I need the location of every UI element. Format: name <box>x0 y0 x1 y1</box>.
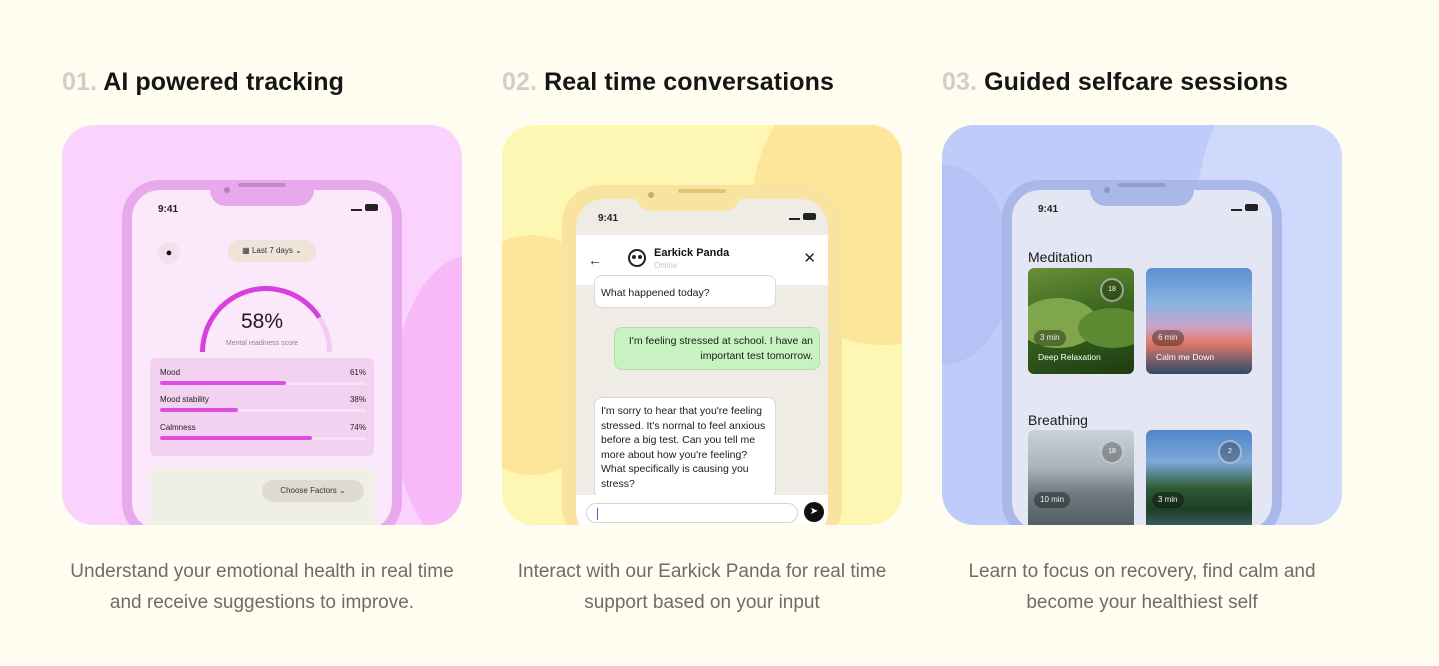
metric-bar <box>160 408 239 412</box>
feature-heading: 01. AI powered tracking <box>62 68 344 97</box>
feature-conversations: 02. Real time conversations 9:41 ← Earki… <box>502 0 902 666</box>
chevron-down-icon: ⌄ <box>339 486 346 495</box>
metric-label: Mood <box>160 368 181 377</box>
feature-heading: 02. Real time conversations <box>502 68 834 97</box>
bot-name: Earkick Panda <box>654 247 730 259</box>
bot-status: Online <box>654 261 678 270</box>
phone-screen: 9:41 ← Earkick Panda Online ✕ What happe… <box>576 199 828 525</box>
metric-value: 74% <box>349 423 366 432</box>
metric-bar <box>160 436 313 440</box>
camera-dot <box>1104 187 1110 193</box>
tile-duration: 10 min <box>1034 492 1071 508</box>
tile-duration: 3 min <box>1152 492 1184 508</box>
phone-speaker <box>1118 183 1166 187</box>
panda-icon <box>628 249 646 267</box>
battery-icon <box>365 204 378 211</box>
card-blob <box>392 255 462 525</box>
status-icons <box>1231 204 1258 213</box>
phone-mockup: 9:41 ● ▦ Last 7 days ⌄ 58% Mental readin… <box>122 180 402 525</box>
tile-badge: 2 <box>1218 440 1242 464</box>
date-range-label: Last 7 days <box>251 246 293 255</box>
feature-description: Understand your emotional health in real… <box>70 561 454 613</box>
tile-badge: 18 <box>1100 440 1124 464</box>
feature-title: Guided selfcare sessions <box>984 68 1289 96</box>
signal-icon <box>351 204 362 211</box>
feature-title: AI powered tracking <box>103 68 345 96</box>
chat-bubble-bot: I'm sorry to hear that you're feeling st… <box>594 397 776 499</box>
feature-ai-tracking: 01. AI powered tracking 9:41 ● ▦ Last 7 … <box>62 0 462 666</box>
feature-description: Interact with our Earkick Panda for real… <box>517 561 887 613</box>
phone-mockup: 9:41 ← Earkick Panda Online ✕ What happe… <box>562 185 842 525</box>
status-time: 9:41 <box>1038 204 1059 215</box>
feature-card-tracking: 9:41 ● ▦ Last 7 days ⌄ 58% Mental readin… <box>62 125 462 525</box>
calendar-icon: ▦ <box>242 246 250 255</box>
feature-heading: 03. Guided selfcare sessions <box>942 68 1288 97</box>
send-icon[interactable]: ➤ <box>804 502 824 522</box>
battery-icon <box>803 213 816 220</box>
feature-number: 02. <box>502 68 538 96</box>
choose-factors-button[interactable]: Choose Factors ⌄ <box>262 480 364 502</box>
status-icons <box>789 213 816 222</box>
phone-screen: 9:41 Meditation 18 3 min Deep Relaxation… <box>1012 190 1272 525</box>
session-tile[interactable]: 18 3 min Deep Relaxation <box>1028 268 1134 374</box>
phone-mockup: 9:41 Meditation 18 3 min Deep Relaxation… <box>1002 180 1282 525</box>
metric-row: Mood 61% <box>160 368 366 385</box>
choose-factors-label: Choose Factors <box>280 486 337 495</box>
tile-name: Calm me Down <box>1156 352 1215 362</box>
status-icons <box>351 204 378 213</box>
phone-speaker <box>238 183 286 187</box>
chat-composer: ➤ <box>576 495 828 525</box>
metric-bar <box>160 381 286 385</box>
session-tile[interactable]: 6 min Calm me Down <box>1146 268 1252 374</box>
metrics-panel: Mood 61% Mood stability 38% Calmness 74% <box>150 358 374 456</box>
tile-duration: 3 min <box>1034 330 1066 346</box>
signal-icon <box>789 213 800 220</box>
gauge-label: Mental readiness score <box>225 340 299 347</box>
status-time: 9:41 <box>598 213 619 224</box>
metric-value: 61% <box>349 368 366 377</box>
session-tile[interactable]: 18 10 min <box>1028 430 1134 525</box>
battery-icon <box>1245 204 1258 211</box>
feature-description: Learn to focus on recovery, find calm an… <box>968 561 1316 613</box>
tile-name: Deep Relaxation <box>1038 352 1101 362</box>
session-tile[interactable]: 2 3 min <box>1146 430 1252 525</box>
metric-row: Mood stability 38% <box>160 395 366 412</box>
close-icon[interactable]: ✕ <box>803 249 816 267</box>
tile-art <box>1078 308 1134 348</box>
factors-panel: Choose Factors ⌄ <box>150 468 374 525</box>
feature-title: Real time conversations <box>544 68 835 96</box>
tile-duration: 6 min <box>1152 330 1184 346</box>
chat-bubble-user: I'm feeling stressed at school. I have a… <box>614 327 820 371</box>
signal-icon <box>1231 204 1242 211</box>
metric-row: Calmness 74% <box>160 423 366 440</box>
metric-label: Calmness <box>160 423 196 432</box>
arrow-left-icon[interactable]: ← <box>588 252 602 268</box>
message-input[interactable] <box>586 503 798 523</box>
feature-selfcare: 03. Guided selfcare sessions 9:41 Medita… <box>942 0 1342 666</box>
metric-label: Mood stability <box>160 395 209 404</box>
feature-number: 03. <box>942 68 978 96</box>
section-title-meditation: Meditation <box>1028 249 1093 265</box>
camera-dot <box>648 192 654 198</box>
phone-speaker <box>678 189 726 193</box>
chat-bubble-bot: What happened today? <box>594 275 776 308</box>
tile-badge: 18 <box>1100 278 1124 302</box>
chevron-down-icon: ⌄ <box>295 246 302 255</box>
phone-screen: 9:41 ● ▦ Last 7 days ⌄ 58% Mental readin… <box>132 190 392 525</box>
section-title-breathing: Breathing <box>1028 412 1088 428</box>
metric-value: 38% <box>349 395 366 404</box>
text-cursor <box>597 508 598 520</box>
location-pin-icon[interactable]: ● <box>158 242 180 264</box>
feature-number: 01. <box>62 68 98 96</box>
gauge-value: 58% <box>240 310 284 333</box>
status-time: 9:41 <box>158 204 179 215</box>
camera-dot <box>224 187 230 193</box>
feature-card-selfcare: 9:41 Meditation 18 3 min Deep Relaxation… <box>942 125 1342 525</box>
feature-card-conversations: 9:41 ← Earkick Panda Online ✕ What happe… <box>502 125 902 525</box>
date-range-selector[interactable]: ▦ Last 7 days ⌄ <box>228 240 316 262</box>
